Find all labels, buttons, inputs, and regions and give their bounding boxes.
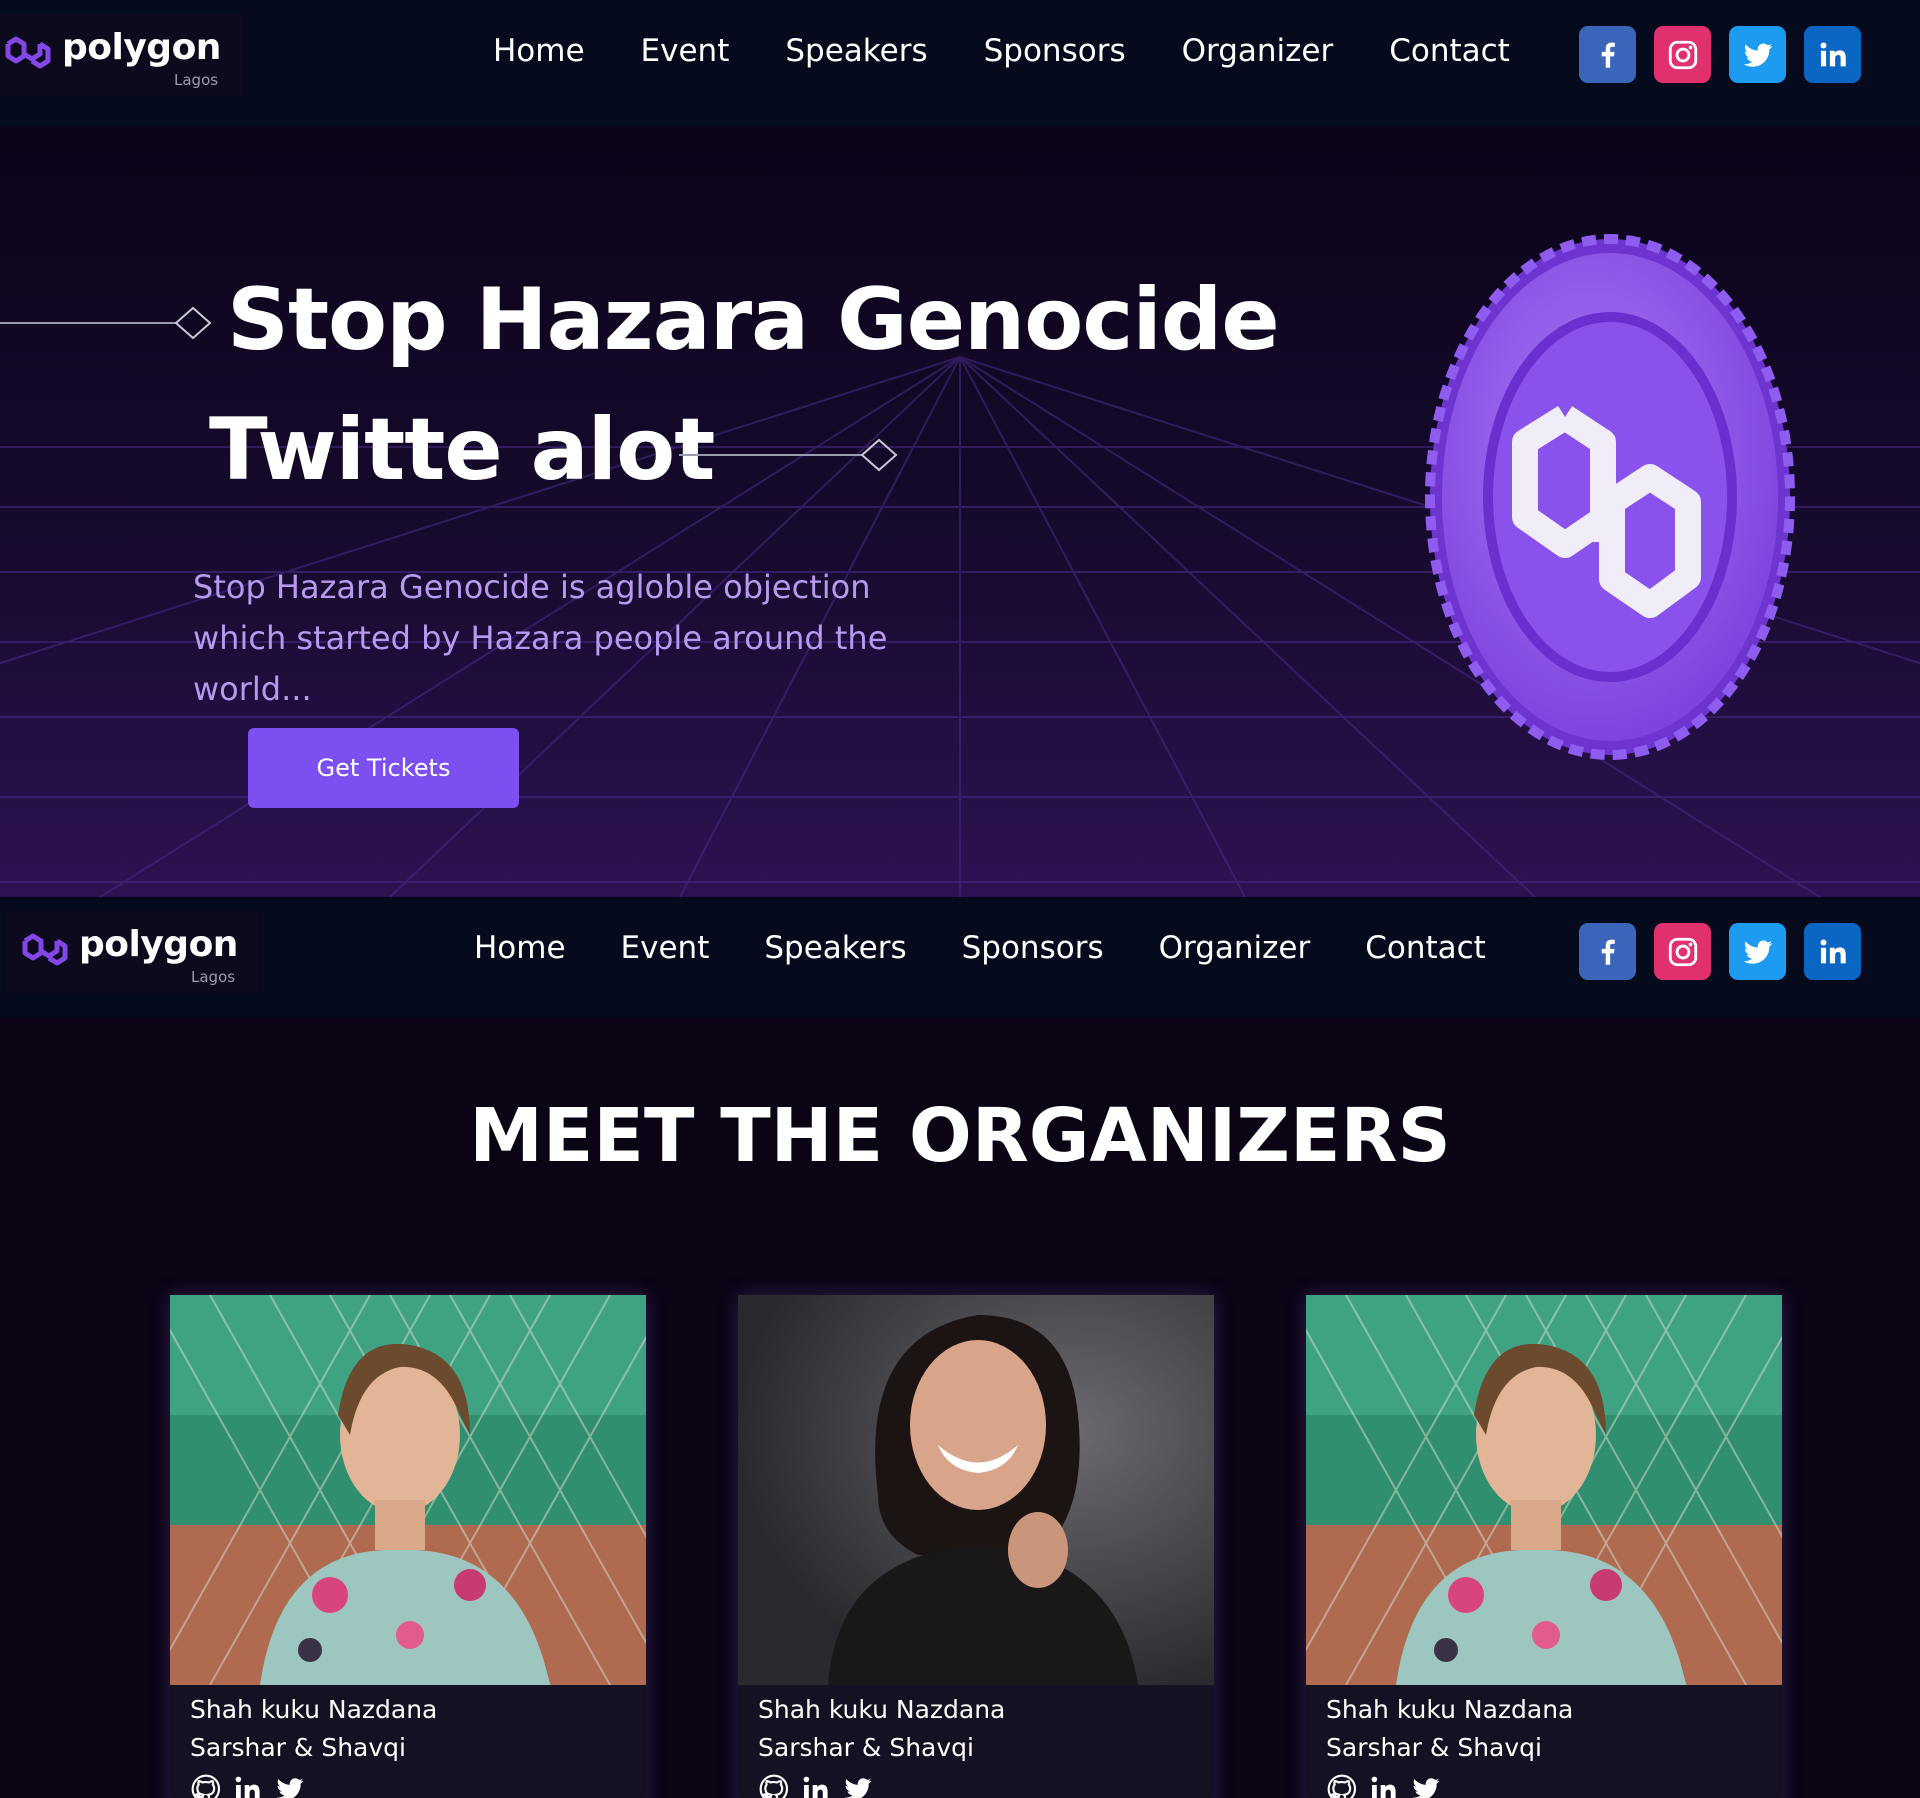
nav-home[interactable]: Home	[474, 930, 566, 966]
logo-subtitle: Lagos	[191, 968, 236, 986]
twitter-link[interactable]	[842, 1773, 874, 1798]
linkedin-icon	[232, 1773, 264, 1798]
nav-organizer[interactable]: Organizer	[1182, 33, 1334, 69]
instagram-icon	[1666, 38, 1700, 72]
instagram-button[interactable]	[1654, 923, 1711, 980]
nav-home[interactable]: Home	[493, 33, 585, 69]
hero-description-line2: which started by Hazara people around th…	[193, 619, 888, 708]
nav-contact[interactable]: Contact	[1365, 930, 1486, 966]
polygon-coin-image	[1425, 234, 1795, 760]
linkedin-link[interactable]	[1368, 1773, 1400, 1798]
logo-name: polygon	[62, 27, 221, 68]
nav-sponsors[interactable]: Sponsors	[984, 33, 1126, 69]
linkedin-button[interactable]	[1804, 26, 1861, 83]
twitter-link[interactable]	[1410, 1773, 1442, 1798]
nav-speakers[interactable]: Speakers	[785, 33, 927, 69]
nav-contact[interactable]: Contact	[1389, 33, 1510, 69]
nav-organizer[interactable]: Organizer	[1159, 930, 1311, 966]
organizer-card[interactable]: Shah kuku Nazdana Sarshar & Shavqi	[170, 1295, 646, 1798]
twitter-link[interactable]	[274, 1773, 306, 1798]
github-icon	[758, 1773, 790, 1798]
facebook-icon	[1591, 38, 1625, 72]
nav-event[interactable]: Event	[621, 930, 710, 966]
organizers-section: MEET THE ORGANIZERS Shah kuku Nazdana Sa…	[0, 1017, 1920, 1798]
twitter-icon	[1410, 1773, 1442, 1798]
organizer-socials	[190, 1773, 306, 1798]
brand-logo[interactable]: polygon Lagos	[0, 14, 242, 96]
organizer-card[interactable]: Shah kuku Nazdana Sarshar & Shavqi	[738, 1295, 1214, 1798]
instagram-button[interactable]	[1654, 26, 1711, 83]
logo-text: polygon Lagos	[62, 25, 222, 89]
organizer-name: Shah kuku Nazdana	[758, 1695, 1006, 1724]
twitter-button[interactable]	[1729, 26, 1786, 83]
polygon-logo-icon	[21, 931, 73, 973]
organizer-role: Sarshar & Shavqi	[1326, 1733, 1542, 1762]
nav-speakers[interactable]: Speakers	[764, 930, 906, 966]
github-link[interactable]	[1326, 1773, 1358, 1798]
linkedin-icon	[1816, 935, 1850, 969]
github-icon	[1326, 1773, 1358, 1798]
social-links	[1579, 923, 1861, 980]
facebook-icon	[1591, 935, 1625, 969]
facebook-button[interactable]	[1579, 26, 1636, 83]
logo-text: polygon Lagos	[79, 922, 239, 986]
linkedin-link[interactable]	[800, 1773, 832, 1798]
social-links	[1579, 26, 1861, 83]
twitter-icon	[842, 1773, 874, 1798]
nav-links: Home Event Speakers Sponsors Organizer C…	[460, 33, 1566, 69]
organizer-role: Sarshar & Shavqi	[758, 1733, 974, 1762]
section-title: MEET THE ORGANIZERS	[469, 1093, 1451, 1179]
twitter-icon	[274, 1773, 306, 1798]
twitter-icon	[1741, 38, 1775, 72]
facebook-button[interactable]	[1579, 923, 1636, 980]
hero-title-line2: Twitte alot	[209, 400, 715, 500]
title-decoration-right	[679, 438, 898, 472]
logo-subtitle: Lagos	[174, 71, 219, 89]
get-tickets-button[interactable]: Get Tickets	[248, 728, 519, 808]
nav-links: Home Event Speakers Sponsors Organizer C…	[474, 930, 1541, 966]
organizer-photo	[170, 1295, 646, 1685]
organizer-role: Sarshar & Shavqi	[190, 1733, 406, 1762]
top-navbar: polygon Lagos Home Event Speakers Sponso…	[0, 0, 1920, 127]
linkedin-link[interactable]	[232, 1773, 264, 1798]
organizer-socials	[758, 1773, 874, 1798]
linkedin-icon	[800, 1773, 832, 1798]
organizer-name: Shah kuku Nazdana	[1326, 1695, 1574, 1724]
instagram-icon	[1666, 935, 1700, 969]
hero-title-line1: Stop Hazara Genocide	[227, 270, 1280, 370]
hero-description: Stop Hazara Genocide is agloble objectio…	[193, 562, 1013, 715]
hero-description-line1: Stop Hazara Genocide is agloble objectio…	[193, 568, 871, 606]
nav-sponsors[interactable]: Sponsors	[962, 930, 1104, 966]
organizer-socials	[1326, 1773, 1442, 1798]
organizer-photo	[738, 1295, 1214, 1685]
organizer-photo	[1306, 1295, 1782, 1685]
organizer-name: Shah kuku Nazdana	[190, 1695, 438, 1724]
github-link[interactable]	[190, 1773, 222, 1798]
linkedin-icon	[1816, 38, 1850, 72]
brand-logo[interactable]: polygon Lagos	[5, 911, 257, 993]
hero-section: Stop Hazara Genocide Twitte alot Stop Ha…	[0, 127, 1920, 897]
nav-event[interactable]: Event	[641, 33, 730, 69]
github-icon	[190, 1773, 222, 1798]
linkedin-button[interactable]	[1804, 923, 1861, 980]
logo-name: polygon	[79, 924, 238, 965]
sticky-navbar: polygon Lagos Home Event Speakers Sponso…	[0, 897, 1920, 1017]
organizer-card[interactable]: Shah kuku Nazdana Sarshar & Shavqi	[1306, 1295, 1782, 1798]
twitter-button[interactable]	[1729, 923, 1786, 980]
twitter-icon	[1741, 935, 1775, 969]
linkedin-icon	[1368, 1773, 1400, 1798]
github-link[interactable]	[758, 1773, 790, 1798]
title-decoration-left	[0, 306, 212, 340]
polygon-logo-icon	[4, 34, 56, 76]
